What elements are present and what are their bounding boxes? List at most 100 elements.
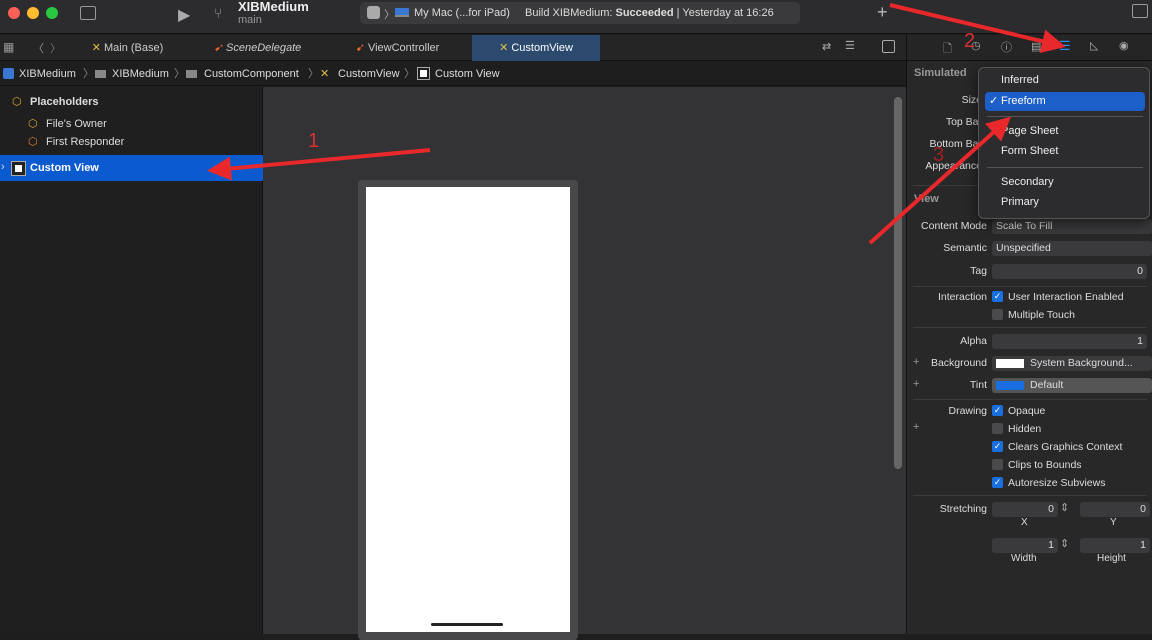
build-status-time: | Yesterday at 16:26 (676, 7, 774, 19)
size-inspector-icon[interactable]: ◺ (1090, 39, 1098, 52)
breadcrumb-item[interactable]: XIBMedium (19, 62, 76, 86)
stretch-width-field[interactable]: 1 (992, 538, 1058, 553)
breadcrumb-item[interactable]: XIBMedium (112, 62, 169, 86)
home-indicator (431, 623, 503, 626)
tint-label: Tint (969, 379, 987, 391)
outline-custom-view[interactable]: › Custom View (0, 155, 263, 181)
outline-first-responder[interactable]: First Responder (46, 136, 124, 148)
interaction-label: Interaction (937, 291, 987, 303)
chevron-icon: 〉 (83, 68, 94, 80)
tab-viewcontroller[interactable]: ➹ ViewController (330, 35, 465, 61)
help-inspector-icon[interactable]: ⓘ (1001, 39, 1012, 55)
project-icon (3, 68, 14, 79)
clips-checkbox[interactable] (992, 459, 1003, 470)
background-label: Background (930, 357, 987, 369)
build-status: Build XIBMedium: Succeeded | Yesterday a… (525, 7, 774, 19)
menu-item-page-sheet[interactable]: Page Sheet (985, 122, 1145, 141)
related-items-icon[interactable]: ⇄ (822, 40, 831, 53)
grid-icon[interactable]: ▦ (3, 40, 14, 54)
alpha-field[interactable]: 1 (992, 334, 1147, 349)
inspector-toggle-icon[interactable] (1132, 4, 1148, 18)
hidden-checkbox[interactable] (992, 423, 1003, 434)
tag-field[interactable]: 0 (992, 264, 1147, 279)
xib-icon: ✕ (320, 68, 330, 80)
scheme-icon (367, 6, 380, 19)
tab-main[interactable]: ✕ Main (Base) (70, 35, 185, 61)
file-inspector-icon[interactable]: 🗋 (943, 40, 952, 59)
chevron-icon: 〉 (174, 68, 185, 80)
connections-inspector-icon[interactable]: ◉ (1119, 39, 1129, 52)
size-label: Size (961, 94, 982, 106)
activity-view[interactable]: 〉 My Mac (...for iPad) Build XIBMedium: … (360, 2, 800, 24)
run-destination[interactable]: My Mac (...for iPad) (414, 7, 510, 19)
tint-select[interactable]: Default (992, 378, 1152, 393)
stepper-icon[interactable]: ⇕ (1060, 501, 1069, 514)
breadcrumb-item[interactable]: CustomComponent (204, 62, 299, 86)
chevron-icon: 〉 (308, 68, 319, 80)
hidden-label: Hidden (1008, 423, 1042, 435)
content-mode-select[interactable]: Scale To Fill (992, 219, 1152, 234)
first-responder-icon: ⬡ (28, 136, 38, 148)
clears-checkbox[interactable]: ✓ (992, 441, 1003, 452)
menu-item-freeform[interactable]: ✓ Freeform (985, 92, 1145, 111)
interface-builder-canvas[interactable] (263, 87, 906, 640)
multiple-touch-checkbox[interactable] (992, 309, 1003, 320)
outline-label: Custom View (30, 162, 99, 174)
stretch-x-field[interactable]: 0 (992, 502, 1058, 517)
attributes-inspector-icon[interactable]: ☰ (1059, 38, 1071, 54)
run-button[interactable]: ▶ (178, 5, 190, 25)
title-bar: ▶ ⑂ XIBMedium main 〉 My Mac (...for iPad… (0, 0, 1152, 34)
identity-inspector-icon[interactable]: ▤ (1031, 40, 1041, 53)
close-button[interactable] (8, 7, 20, 19)
add-variation-icon[interactable]: + (913, 421, 919, 433)
stretch-y-field[interactable]: 0 (1080, 502, 1150, 517)
branch-name: main (238, 14, 262, 26)
menu-item-primary[interactable]: Primary (985, 193, 1145, 212)
menu-item-inferred[interactable]: Inferred (985, 71, 1145, 90)
minimize-button[interactable] (27, 7, 39, 19)
user-interaction-checkbox[interactable]: ✓ (992, 291, 1003, 302)
stepper-icon[interactable]: ⇕ (1060, 537, 1069, 550)
breadcrumb-item[interactable]: CustomView (338, 62, 400, 86)
stretch-height-field[interactable]: 1 (1080, 538, 1150, 553)
vertical-scrollbar[interactable] (894, 97, 902, 469)
annotation-1: 1 (308, 130, 320, 152)
content-mode-label: Content Mode (921, 220, 987, 232)
outline-placeholders[interactable]: Placeholders (30, 96, 98, 108)
menu-item-form-sheet[interactable]: Form Sheet (985, 142, 1145, 161)
add-icon[interactable]: + (877, 2, 888, 23)
clears-label: Clears Graphics Context (1008, 441, 1123, 453)
editor-options-icon[interactable]: ☰ (845, 39, 855, 52)
height-label: Height (1097, 553, 1126, 564)
background-select[interactable]: System Background... (992, 356, 1152, 371)
y-label: Y (1110, 517, 1117, 528)
semantic-select[interactable]: Unspecified (992, 241, 1152, 256)
disclosure-icon[interactable]: › (1, 161, 5, 173)
navigator-toggle-icon[interactable] (80, 6, 96, 20)
custom-view-frame[interactable] (358, 180, 578, 640)
view-icon (11, 161, 26, 176)
custom-view[interactable] (366, 187, 570, 632)
add-editor-icon[interactable] (882, 40, 895, 53)
multiple-touch-label: Multiple Touch (1008, 309, 1075, 321)
tab-label: ViewController (367, 42, 440, 54)
swift-icon: ➹ (213, 42, 227, 54)
annotation-3: 3 (933, 144, 945, 166)
annotation-2: 2 (964, 30, 976, 52)
xib-icon: ✕ (91, 42, 104, 54)
tab-scenedelegate[interactable]: ➹ SceneDelegate (190, 35, 325, 61)
forward-icon[interactable]: 〉 (50, 40, 61, 56)
autoresize-checkbox[interactable]: ✓ (992, 477, 1003, 488)
breadcrumb-item[interactable]: Custom View (435, 62, 500, 86)
view-icon (417, 67, 430, 80)
menu-item-secondary[interactable]: Secondary (985, 173, 1145, 192)
outline-files-owner[interactable]: File's Owner (46, 118, 107, 130)
zoom-button[interactable] (46, 7, 58, 19)
back-icon[interactable]: 〈 (33, 40, 44, 56)
opaque-checkbox[interactable]: ✓ (992, 405, 1003, 416)
swift-icon: ➹ (355, 42, 368, 54)
chevron-icon: 〉 (384, 9, 395, 21)
tab-customview[interactable]: ✕ CustomView (472, 35, 600, 61)
section-simulated: Simulated (914, 67, 967, 79)
x-label: X (1021, 517, 1028, 528)
